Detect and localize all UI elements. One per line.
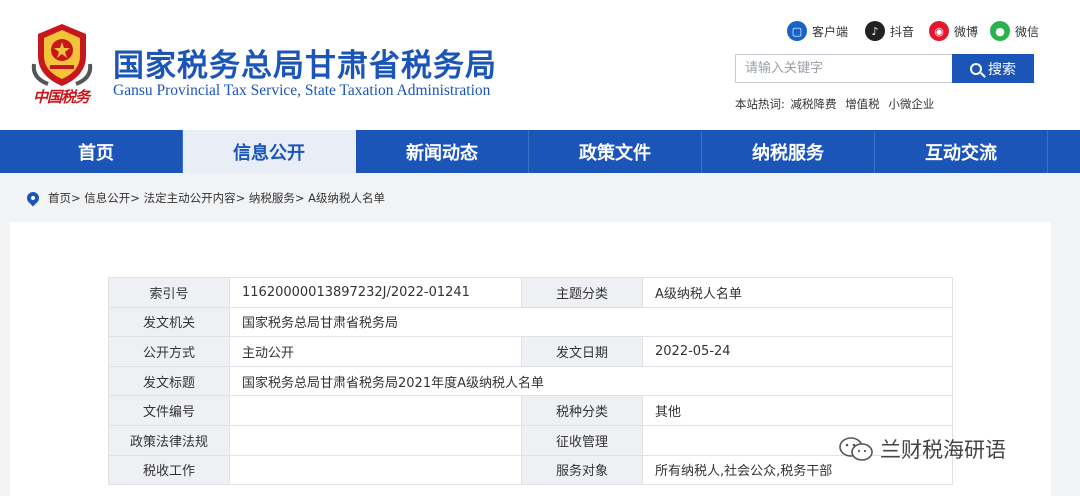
meta-label: 主题分类 xyxy=(521,277,643,308)
search-button[interactable]: 搜索 xyxy=(952,54,1034,83)
search-icon xyxy=(970,62,982,75)
table-row: 索引号 11620000013897232J/2022-01241 主题分类 A… xyxy=(108,277,953,308)
tax-emblem-icon xyxy=(31,24,93,86)
location-pin-icon xyxy=(24,189,42,207)
social-label: 客户端 xyxy=(812,24,849,39)
meta-value: 国家税务总局甘肃省税务局2021年度A级纳税人名单 xyxy=(229,365,953,397)
social-link-wechat[interactable]: ● 微信 xyxy=(990,20,1039,42)
meta-label: 发文日期 xyxy=(521,336,643,367)
meta-value: A级纳税人名单 xyxy=(642,277,953,308)
nav-item-interaction[interactable]: 互动交流 xyxy=(875,130,1048,173)
social-link-douyin[interactable]: ♪ 抖音 xyxy=(865,20,914,42)
site-title[interactable]: 国家税务总局甘肃省税务局 xyxy=(113,40,497,85)
meta-label: 索引号 xyxy=(108,277,230,308)
weibo-icon: ◉ xyxy=(929,21,949,41)
meta-value: 2022-05-24 xyxy=(642,336,953,367)
meta-value: 11620000013897232J/2022-01241 xyxy=(229,277,522,308)
search-input[interactable] xyxy=(735,54,952,83)
social-link-weibo[interactable]: ◉ 微博 xyxy=(929,20,978,42)
meta-value: 主动公开 xyxy=(229,336,522,367)
social-label: 微信 xyxy=(1015,24,1040,39)
meta-label: 税收工作 xyxy=(108,454,230,486)
search-button-label: 搜索 xyxy=(988,61,1016,78)
meta-value xyxy=(229,424,522,456)
douyin-icon: ♪ xyxy=(865,21,885,41)
table-row: 税收工作 服务对象 所有纳税人,社会公众,税务干部 xyxy=(108,454,953,486)
meta-label: 征收管理 xyxy=(521,424,643,456)
hot-words: 本站热词: 减税降费 增值税 小微企业 xyxy=(735,96,939,112)
table-row: 公开方式 主动公开 发文日期 2022-05-24 xyxy=(108,336,953,367)
main-nav: 首页 信息公开 新闻动态 政策文件 纳税服务 互动交流 xyxy=(0,130,1080,173)
breadcrumb: 首页> 信息公开> 法定主动公开内容> 纳税服务> A级纳税人名单 xyxy=(24,189,385,207)
wechat-watermark-icon xyxy=(839,437,873,461)
meta-label: 公开方式 xyxy=(108,336,230,367)
hot-words-label: 本站热词: xyxy=(735,97,785,111)
meta-value: 国家税务总局甘肃省税务局 xyxy=(229,306,953,338)
meta-label: 税种分类 xyxy=(521,395,643,426)
hot-word-link[interactable]: 小微企业 xyxy=(888,97,934,111)
meta-label: 服务对象 xyxy=(521,454,643,486)
meta-label: 政策法律法规 xyxy=(108,424,230,456)
nav-item-policy[interactable]: 政策文件 xyxy=(529,130,702,173)
meta-label: 发文标题 xyxy=(108,365,230,397)
site-title-english: Gansu Provincial Tax Service, State Taxa… xyxy=(113,82,491,99)
social-label: 微博 xyxy=(954,24,979,39)
breadcrumb-text[interactable]: 首页> 信息公开> 法定主动公开内容> 纳税服务> A级纳税人名单 xyxy=(48,190,385,206)
document-metadata-table: 索引号 11620000013897232J/2022-01241 主题分类 A… xyxy=(108,277,953,486)
watermark-text: 兰财税海研语 xyxy=(880,438,1006,462)
meta-label: 发文机关 xyxy=(108,306,230,338)
client-icon: ▢ xyxy=(787,21,807,41)
hot-word-link[interactable]: 减税降费 xyxy=(791,97,837,111)
social-label: 抖音 xyxy=(890,24,915,39)
nav-item-info-disclosure[interactable]: 信息公开 xyxy=(183,130,356,173)
nav-item-news[interactable]: 新闻动态 xyxy=(356,130,529,173)
table-row: 发文机关 国家税务总局甘肃省税务局 xyxy=(108,306,953,338)
seal-text: 中国税务 xyxy=(33,88,90,106)
nav-item-tax-service[interactable]: 纳税服务 xyxy=(702,130,875,173)
meta-label: 文件编号 xyxy=(108,395,230,426)
meta-value xyxy=(229,395,522,426)
table-row: 政策法律法规 征收管理 xyxy=(108,424,953,456)
meta-value xyxy=(229,454,522,486)
hot-word-link[interactable]: 增值税 xyxy=(845,97,880,111)
watermark: 兰财税海研语 xyxy=(838,434,1006,464)
social-link-client[interactable]: ▢ 客户端 xyxy=(787,20,848,42)
nav-item-home[interactable]: 首页 xyxy=(0,130,183,173)
table-row: 文件编号 税种分类 其他 xyxy=(108,395,953,426)
table-row: 发文标题 国家税务总局甘肃省税务局2021年度A级纳税人名单 xyxy=(108,365,953,397)
nav-filler xyxy=(1048,130,1080,173)
wechat-icon: ● xyxy=(990,21,1010,41)
site-header: 中国税务 国家税务总局甘肃省税务局 Gansu Provincial Tax S… xyxy=(0,0,1080,130)
meta-value: 其他 xyxy=(642,395,953,426)
